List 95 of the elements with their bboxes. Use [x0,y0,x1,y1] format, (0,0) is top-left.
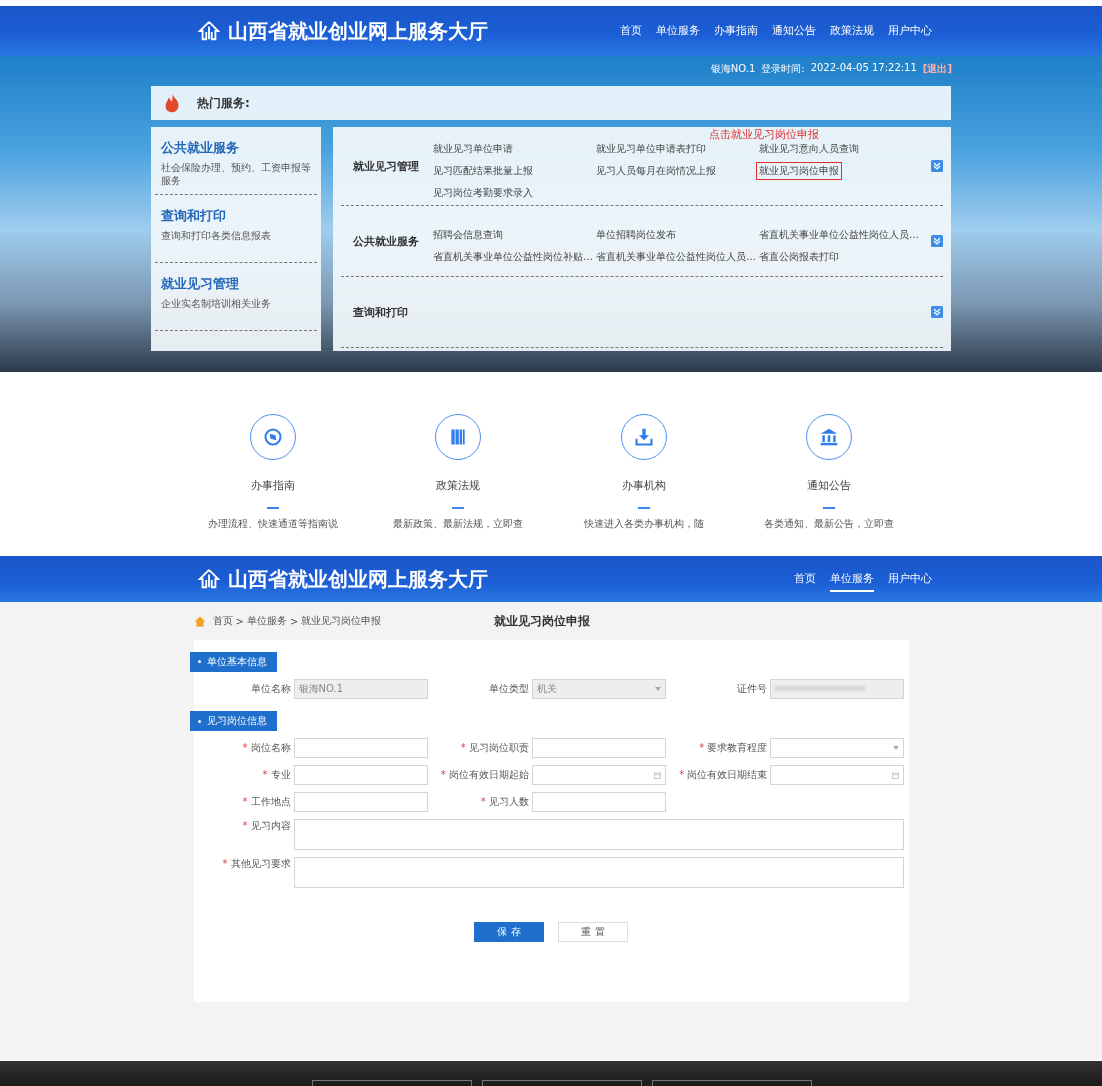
dropdown-field[interactable] [770,738,905,758]
calendar-icon [892,771,900,779]
field-label: 单位名称 [249,681,292,696]
service-link[interactable]: 就业见习岗位申报 [757,163,841,179]
hot-services-title: 热门服务: [197,94,250,112]
field-label: 单位类型 [487,681,530,696]
text-field[interactable] [293,792,428,812]
site-title: 山西省就业创业网上服务大厅 [228,17,489,45]
service-link[interactable]: 单位招聘岗位发布 [594,227,678,243]
breadcrumb-link[interactable]: 单位服务 [246,614,287,628]
save-button[interactable]: 保 存 [474,922,544,942]
service-link[interactable]: 省直公岗报表打印 [757,249,841,265]
quick-link-description: 最新政策、最新法规，立即查 [393,517,524,531]
text-field[interactable] [531,738,666,758]
nav-link[interactable]: 通知公告 [772,18,816,44]
quick-link-description: 办理流程、快速通道等指南说 [207,517,338,531]
compass-icon [262,427,283,447]
page-title: 就业见习岗位申报 [493,612,590,630]
bank-icon [819,427,840,447]
expand-icon[interactable] [931,235,943,247]
field-label: 证件号 [736,681,769,696]
nav-link[interactable]: 办事指南 [714,18,758,44]
category-description: 企业实名制培训相关业务 [161,298,272,311]
service-link[interactable]: 省直机关事业单位公益性岗位补贴… [431,249,595,265]
nav-link[interactable]: 用户中心 [888,18,932,44]
service-link[interactable]: 招聘会信息查询 [431,227,505,243]
download-icon [633,427,654,447]
service-link[interactable]: 就业见习单位申请表打印 [594,141,708,157]
site-title: 山西省就业创业网上服务大厅 [228,565,489,593]
field-label: * 要求教育程度 [698,741,769,755]
text-area[interactable] [293,857,904,888]
home-icon [193,615,206,627]
expand-icon[interactable] [931,160,943,172]
service-link[interactable]: 见习人员每月在岗情况上报 [594,163,718,179]
category-title: 查询和打印 [161,207,227,225]
user-name: 银海NO.1 [710,62,756,76]
quick-link-label: 办事机构 [621,478,666,493]
section-title: 单位基本信息 [206,654,267,669]
field-label: * 见习岗位职责 [459,741,530,755]
logo-icon [198,20,220,42]
logo-icon [198,568,220,590]
nav-link[interactable]: 首页 [620,18,642,44]
quick-link-description: 快速进入各类办事机构，随 [583,517,704,531]
nav-link[interactable]: 用户中心 [888,566,932,592]
service-link[interactable]: 省直机关事业单位公益性岗位人员… [594,249,758,265]
category-item[interactable]: 查询和打印 查询和打印各类信息报表 [155,195,317,263]
text-field[interactable] [293,765,428,785]
caret-icon [893,746,900,750]
category-description: 社会保险办理、预约、工资申报等服务 [161,162,311,187]
date-field[interactable] [770,765,905,785]
group-title: 就业见习管理 [352,158,420,174]
field-label: * 其他见习要求 [221,857,292,871]
group-title: 公共就业服务 [352,233,420,249]
breadcrumb-link[interactable]: 首页 [212,614,233,628]
reset-button[interactable]: 重 置 [558,922,628,942]
service-link[interactable]: 见习匹配结果批量上报 [431,163,535,179]
breadcrumb-separator: > [289,615,299,627]
quick-link-description: 各类通知、最新公告，立即查 [764,517,895,531]
category-item[interactable]: 公共就业服务 社会保险办理、预约、工资申报等服务 [155,127,317,195]
breadcrumb-link[interactable]: 就业见习岗位申报 [301,614,382,628]
annotation-text: 点击就业见习岗位申报 [709,127,819,142]
service-link[interactable]: 省直机关事业单位公益性岗位人员… [757,227,921,243]
field-label: * 岗位有效日期结束 [678,768,769,782]
group-title: 查询和打印 [352,304,409,320]
field-label: * 专业 [261,768,292,782]
field-label: * 见习人数 [479,795,530,809]
login-label: 登录时间: [761,62,805,76]
service-link[interactable]: 就业见习意向人员查询 [757,141,861,157]
category-item[interactable]: 就业见习管理 企业实名制培训相关业务 [155,263,317,331]
nav-link[interactable]: 首页 [794,566,816,592]
text-field[interactable] [531,792,666,812]
section-title: 见习岗位信息 [206,714,267,728]
date-field[interactable] [531,765,666,785]
category-description: 查询和打印各类信息报表 [161,230,272,243]
category-title: 就业见习管理 [161,275,240,293]
quick-link-label: 通知公告 [807,478,852,493]
calendar-icon [653,771,661,779]
nav-link[interactable]: 单位服务 [830,566,874,592]
breadcrumb-separator: > [235,615,244,627]
field-label: * 岗位有效日期起始 [439,768,530,782]
quick-link-label: 办事指南 [250,478,295,493]
text-area[interactable] [293,819,904,850]
login-time: 2022-04-05 17:22:11 [810,62,917,75]
field-label: * 岗位名称 [241,741,292,755]
expand-icon[interactable] [931,306,943,318]
nav-link[interactable]: 单位服务 [656,18,700,44]
quick-link-label: 政策法规 [436,478,481,493]
service-link[interactable]: 见习岗位考勤要求录入 [431,185,535,201]
caret-icon [654,686,661,691]
service-link[interactable]: 就业见习单位申请 [431,141,515,157]
field-label: * 工作地点 [241,795,292,809]
nav-link[interactable]: 政策法规 [830,18,874,44]
text-field[interactable] [293,738,428,758]
category-title: 公共就业服务 [161,139,240,157]
field-label: * 见习内容 [241,819,292,833]
